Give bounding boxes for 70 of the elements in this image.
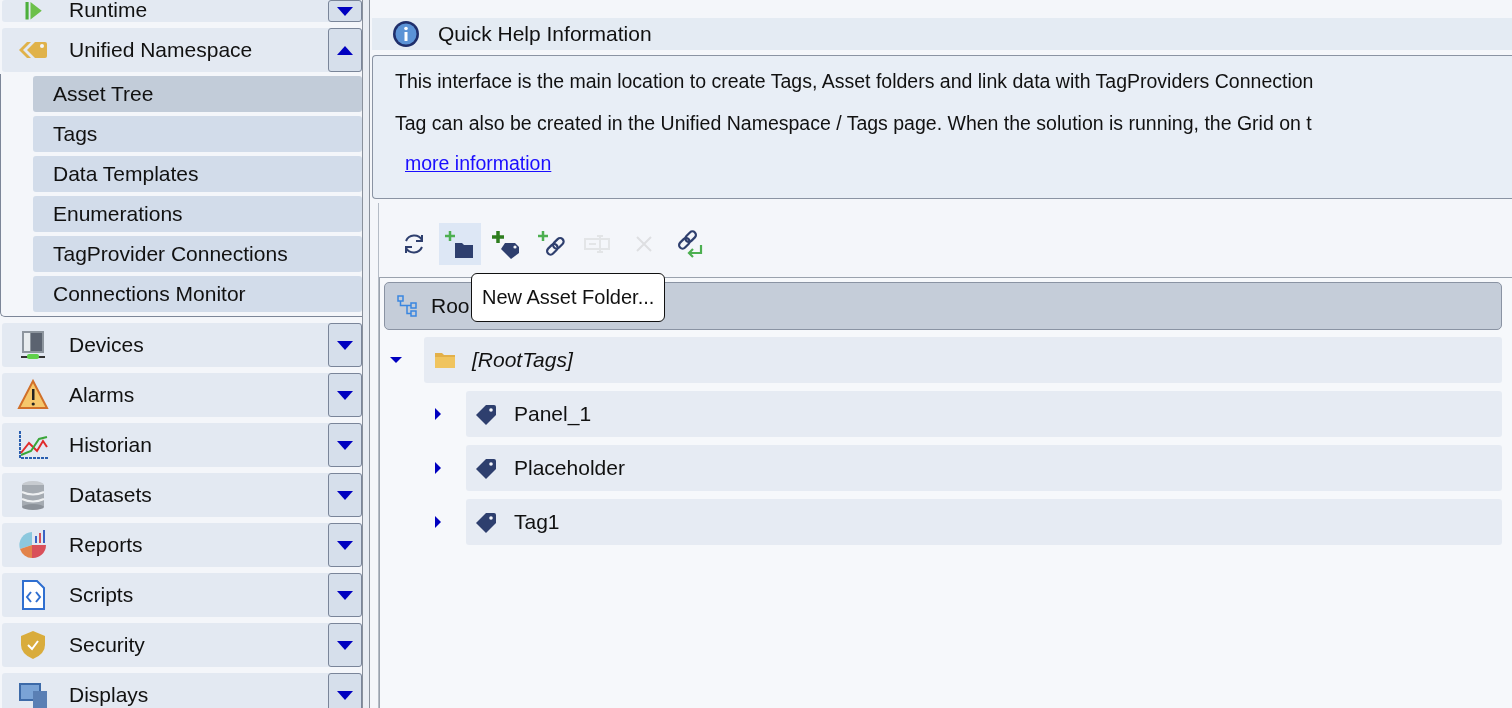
caret-icon <box>337 340 353 350</box>
expand-button[interactable] <box>328 573 362 617</box>
tree-node[interactable]: [RootTags] <box>424 337 1502 383</box>
nav-section-header[interactable]: Unified Namespace <box>2 28 362 72</box>
nav-section-header[interactable]: Displays <box>2 673 362 708</box>
hierarchy-icon <box>397 295 419 317</box>
line-chart-icon <box>17 429 49 461</box>
caret-icon <box>337 590 353 600</box>
tree-node[interactable]: Panel_1 <box>466 391 1502 437</box>
tooltip: New Asset Folder... <box>471 273 666 322</box>
add-link-icon <box>537 229 567 259</box>
expand-button[interactable] <box>328 323 362 367</box>
nav-section-header[interactable]: Scripts <box>2 573 362 617</box>
expand-button[interactable] <box>328 423 362 467</box>
add-folder-icon <box>445 229 475 259</box>
folder-icon <box>434 351 456 369</box>
expand-button[interactable] <box>328 28 362 72</box>
expand-button[interactable] <box>328 673 362 708</box>
tag-icon <box>476 403 498 425</box>
expand-button[interactable] <box>328 623 362 667</box>
toolbar-button[interactable] <box>439 223 481 265</box>
tag-icon <box>476 511 498 533</box>
caret-icon <box>337 690 353 700</box>
nav-section-header[interactable]: Runtime <box>2 0 362 22</box>
nav-section-header[interactable]: Devices <box>2 323 362 367</box>
section-label: Security <box>69 633 146 657</box>
caret-icon <box>337 540 353 550</box>
warning-icon <box>17 379 49 411</box>
add-tag-icon <box>491 229 521 259</box>
link-arrow-icon <box>675 229 705 259</box>
section-label: Historian <box>69 433 153 457</box>
tree-root-label: Roo <box>431 294 470 318</box>
nav-item[interactable]: Connections Monitor <box>33 276 362 312</box>
section-label: Reports <box>69 533 144 557</box>
section-label: Datasets <box>69 483 153 507</box>
caret-icon <box>337 490 353 500</box>
tree-node[interactable]: Placeholder <box>466 445 1502 491</box>
section-label: Devices <box>69 333 145 357</box>
section-label: Runtime <box>69 0 149 22</box>
nav-section-header[interactable]: Security <box>2 623 362 667</box>
caret-icon <box>337 6 353 16</box>
info-icon <box>392 20 420 48</box>
nav-item[interactable]: Tags <box>33 116 362 152</box>
caret-icon <box>337 45 353 55</box>
tag-icon <box>476 457 498 479</box>
expand-button[interactable] <box>328 523 362 567</box>
pie-chart-icon <box>17 529 49 561</box>
nav-item[interactable]: Data Templates <box>33 156 362 192</box>
nav-section-header[interactable]: Historian <box>2 423 362 467</box>
tree-node[interactable]: Tag1 <box>466 499 1502 545</box>
nav-section-header[interactable]: Datasets <box>2 473 362 517</box>
section-label: Alarms <box>69 383 136 407</box>
caret-icon <box>337 390 353 400</box>
nav-section-header[interactable]: Alarms <box>2 373 362 417</box>
expand-button[interactable] <box>328 373 362 417</box>
caret-icon <box>337 440 353 450</box>
nav-section-header[interactable]: Reports <box>2 523 362 567</box>
nav-item[interactable]: Enumerations <box>33 196 362 232</box>
caret-icon <box>337 640 353 650</box>
nav-item[interactable]: Asset Tree <box>33 76 362 112</box>
help-title: Quick Help Information <box>438 22 652 46</box>
section-label: Unified Namespace <box>69 38 254 62</box>
expand-button[interactable] <box>328 0 362 22</box>
section-label: Scripts <box>69 583 135 607</box>
help-text: Tag can also be created in the Unified Namespace / Tags page. When the solution is running, the Grid on t <box>395 111 1313 136</box>
nav-item[interactable]: TagProvider Connections <box>33 236 362 272</box>
section-label: Displays <box>69 683 150 707</box>
help-text: This interface is the main location to create Tags, Asset folders and link data with TagProviders Connection <box>395 69 1315 94</box>
more-information-link[interactable]: more information <box>405 152 552 175</box>
expand-button[interactable] <box>328 473 362 517</box>
